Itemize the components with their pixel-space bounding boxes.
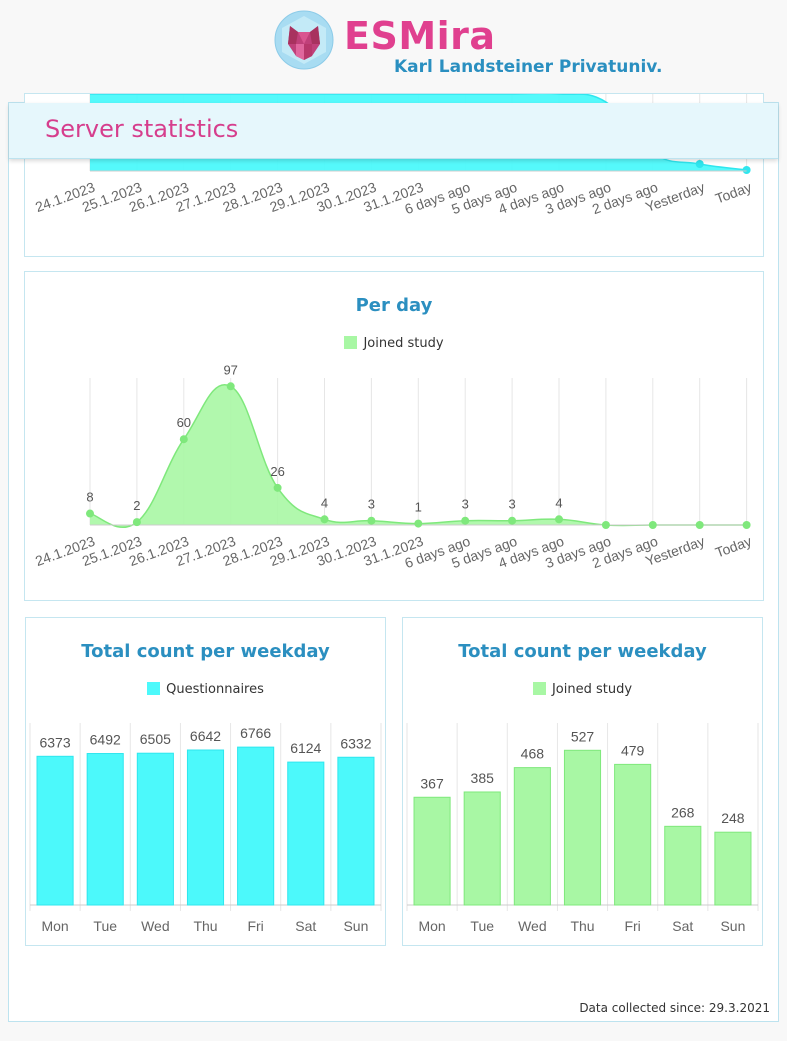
- x-tick-label: Thu: [570, 918, 594, 934]
- x-tick-label: Today: [713, 533, 754, 561]
- data-label: 1: [415, 500, 422, 515]
- x-tick-label: Mon: [41, 918, 68, 934]
- statistics-panel[interactable]: Server statistics 62824.1.202325.1.20232…: [8, 93, 779, 1022]
- data-label: 3: [462, 497, 469, 512]
- x-tick-label: Wed: [141, 918, 170, 934]
- x-tick-label: Tue: [470, 918, 494, 934]
- data-label: 6373: [39, 734, 70, 750]
- chart-card-weekday-questionnaires: Total count per weekday Questionnaires 6…: [25, 617, 386, 946]
- data-label: 97: [223, 362, 237, 377]
- bar: [136, 752, 174, 906]
- data-point: [414, 519, 423, 528]
- bar: [86, 753, 124, 906]
- data-label: 3: [508, 497, 515, 512]
- x-tick-label: Fri: [624, 918, 640, 934]
- data-label: 385: [471, 770, 495, 786]
- data-point: [508, 516, 517, 525]
- weekday-bar-chart-questionnaires: 6373 Mon 6492 Tue 6505 Wed 6642 Thu 6766 Fri 6124 S…: [29, 723, 382, 934]
- data-label: 6492: [90, 732, 121, 748]
- data-label: 527: [571, 728, 595, 744]
- app-name: ESMira: [344, 14, 496, 58]
- data-label: 6642: [190, 728, 221, 744]
- data-label: 6505: [140, 731, 171, 747]
- x-tick-label: Sun: [720, 918, 745, 934]
- bar: [714, 831, 752, 906]
- data-label: 6124: [290, 740, 321, 756]
- data-label: 268: [671, 804, 695, 820]
- bar: [237, 746, 275, 906]
- data-label: 8: [86, 490, 93, 505]
- bar: [563, 749, 602, 906]
- x-tick-label: Mon: [418, 918, 445, 934]
- data-point: [132, 518, 141, 527]
- data-point: [461, 516, 470, 525]
- bar: [513, 767, 551, 906]
- page-title: Server statistics: [45, 115, 239, 143]
- data-label: 4: [321, 495, 328, 510]
- bar: [664, 825, 702, 906]
- x-tick-label: Fri: [247, 918, 263, 934]
- data-label: 6332: [340, 735, 371, 751]
- data-point: [179, 435, 188, 444]
- data-label: 468: [521, 746, 545, 762]
- x-tick-label: Thu: [193, 918, 217, 934]
- data-label: 367: [420, 775, 444, 791]
- data-label: 26: [270, 464, 284, 479]
- bar: [463, 791, 501, 906]
- data-label: 3: [368, 497, 375, 512]
- x-tick-label: Sat: [672, 918, 693, 934]
- data-label: 479: [621, 742, 645, 758]
- chart-card-per-day: Per day Joined study 8 2 60 97 26 4 3 1 3 3 4 24.1.…: [24, 271, 764, 601]
- data-point: [601, 521, 610, 529]
- data-point: [226, 382, 235, 391]
- data-point: [648, 521, 657, 529]
- data-point: [367, 516, 376, 525]
- x-tick-label: Tue: [93, 918, 117, 934]
- bar: [36, 755, 74, 906]
- data-point: [273, 483, 282, 492]
- data-point: [742, 521, 751, 529]
- bar: [614, 763, 652, 906]
- data-label: 248: [721, 810, 745, 826]
- data-label: 6766: [240, 725, 271, 741]
- x-tick-label: Wed: [518, 918, 547, 934]
- chart-card-weekday-joined: Total count per weekday Joined study 367…: [402, 617, 763, 946]
- data-collected-footer: Data collected since: 29.3.2021: [579, 1001, 770, 1015]
- data-point: [555, 515, 563, 524]
- data-point: [320, 515, 329, 524]
- bar: [186, 749, 225, 906]
- weekday-bar-chart-joined: 367 Mon 385 Tue 468 Wed 527 Thu 479 Fri 268 Sat 248 S…: [406, 723, 759, 934]
- x-tick-label: Sat: [295, 918, 316, 934]
- data-label: 4: [555, 495, 562, 510]
- x-tick-label: Today: [713, 179, 754, 207]
- logo-header: ESMira Karl Landsteiner Privatuniv.: [272, 8, 662, 88]
- data-point: [742, 166, 751, 174]
- bar: [337, 756, 375, 906]
- per-day-area-chart: 826097264 3 1 3 3 424.1.202325.1.202326.1.202…: [33, 362, 754, 571]
- data-label: 60: [177, 415, 191, 430]
- owl-logo-icon: [274, 10, 334, 70]
- data-point: [695, 521, 704, 529]
- data-point: [695, 160, 704, 168]
- data-point: [86, 509, 94, 518]
- panel-header: Server statistics: [9, 103, 778, 159]
- bar: [413, 796, 451, 906]
- bar: [287, 761, 325, 906]
- x-tick-label: Sun: [343, 918, 368, 934]
- data-label: 2: [133, 498, 140, 513]
- institution-name: Karl Landsteiner Privatuniv.: [394, 57, 663, 77]
